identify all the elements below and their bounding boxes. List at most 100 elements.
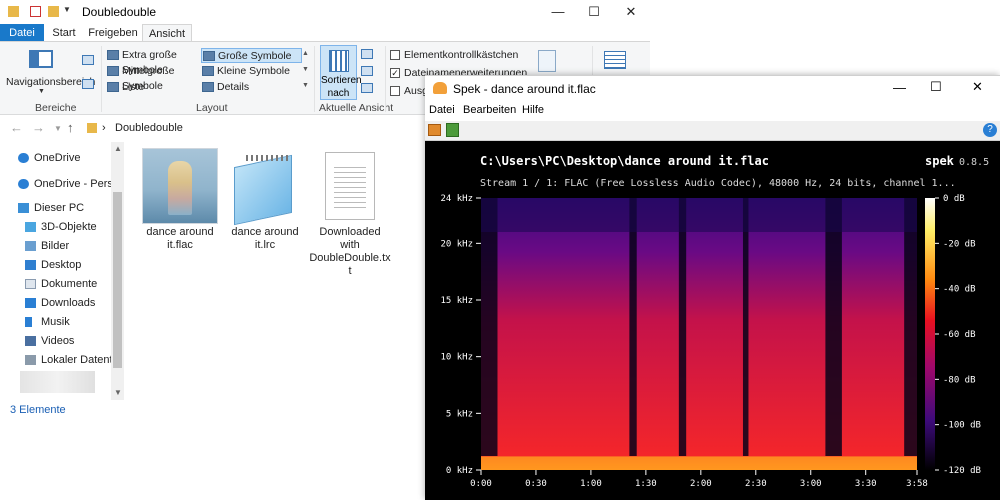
menu-datei[interactable]: Datei: [429, 104, 455, 116]
time-tick-label: 3:58: [906, 479, 928, 489]
file-item-lrc[interactable]: dance around it.lrc: [223, 226, 307, 252]
recent-locations-icon[interactable]: ▼: [54, 124, 62, 133]
layout-scroll-down-icon[interactable]: ▼: [302, 66, 309, 73]
breadcrumb-separator-icon[interactable]: ›: [102, 122, 106, 134]
sort-by-button[interactable]: Sortieren nach: [320, 45, 362, 100]
spek-close-button[interactable]: ✕: [972, 79, 983, 95]
checkbox[interactable]: [390, 50, 400, 60]
quiet-section: [629, 198, 637, 456]
item-checkboxes-option[interactable]: Elementkontrollkästchen: [390, 48, 518, 62]
large-icons-icon: [203, 51, 215, 61]
open-file-icon[interactable]: [428, 124, 441, 136]
checkbox[interactable]: [390, 86, 400, 96]
breadcrumb[interactable]: Doubledouble: [115, 122, 183, 134]
time-tick-label: 2:00: [690, 479, 712, 489]
layout-extra-large-icons[interactable]: Extra große Symbole: [106, 48, 202, 76]
layout-scroll-up-icon[interactable]: ▲: [302, 50, 309, 57]
navigation-pane-icon[interactable]: [29, 50, 53, 68]
nav-item-music[interactable]: Musik: [25, 313, 113, 331]
scroll-up-icon[interactable]: ▲: [114, 144, 122, 153]
layout-medium-icons[interactable]: Mittelgroße Symbole: [106, 64, 202, 92]
new-folder-icon[interactable]: [48, 6, 59, 17]
menu-bearbeiten[interactable]: Bearbeiten: [463, 104, 516, 116]
app-version: 0.8.5: [959, 157, 989, 168]
nav-item-pictures[interactable]: Bilder: [25, 237, 113, 255]
nav-item-documents[interactable]: Dokumente: [25, 275, 113, 293]
details-pane-icon[interactable]: [82, 79, 94, 89]
file-item-txt[interactable]: Downloaded with DoubleDouble.tx t: [308, 226, 392, 278]
about-icon[interactable]: ?: [983, 123, 997, 137]
forward-arrow-icon[interactable]: →: [32, 120, 45, 135]
layout-list[interactable]: Liste: [106, 80, 202, 95]
options-icon[interactable]: [604, 51, 626, 69]
details-icon: [202, 82, 214, 92]
layout-expand-icon[interactable]: ▼: [302, 82, 309, 89]
db-axis: 0 dB -20 dB -40 dB -60 dB -80 dB -100 dB -120 …: [935, 194, 981, 476]
nav-item-downloads[interactable]: Downloads: [25, 294, 113, 312]
save-icon[interactable]: [446, 123, 459, 137]
pictures-icon: [25, 241, 36, 251]
db-tick-label: -40 dB: [943, 285, 976, 295]
nav-item-3d-objects[interactable]: 3D-Objekte: [25, 218, 113, 236]
checkbox-checked[interactable]: ✓: [390, 68, 400, 78]
navigation-pane-scrollbar[interactable]: ▲ ▼: [111, 142, 124, 400]
layout-small-icons[interactable]: Kleine Symbole: [201, 64, 302, 79]
desktop-icon: [25, 260, 36, 270]
up-arrow-icon[interactable]: ↑: [67, 120, 74, 135]
music-note-icon: [25, 317, 32, 327]
freq-tick-label: 5 kHz: [446, 409, 473, 419]
group-label-layout: Layout: [196, 102, 228, 114]
time-axis: 0:00 0:30 1:00 1:30 2:00 2:30 3:00 3:30 3:58: [470, 470, 928, 489]
file-item-flac[interactable]: dance around it.flac: [138, 226, 222, 252]
hide-selected-icon[interactable]: [538, 50, 556, 72]
quiet-section: [742, 198, 749, 456]
layout-details[interactable]: Details: [201, 80, 302, 95]
document-icon: [25, 279, 36, 289]
file-path: C:\Users\PC\Desktop\dance around it.flac: [480, 154, 769, 168]
quiet-section: [904, 198, 917, 456]
cube-icon: [25, 222, 36, 232]
tab-datei[interactable]: Datei: [0, 24, 44, 42]
scroll-down-icon[interactable]: ▼: [114, 388, 122, 397]
spek-maximize-button[interactable]: ☐: [930, 79, 942, 95]
group-label-current-view: Aktuelle Ansicht: [319, 102, 394, 114]
tab-start[interactable]: Start: [46, 24, 82, 42]
db-tick-label: -60 dB: [943, 330, 976, 340]
preview-pane-icon[interactable]: [82, 55, 94, 65]
extra-large-icons-icon: [107, 50, 119, 60]
time-tick-label: 2:30: [745, 479, 767, 489]
tab-freigeben[interactable]: Freigeben: [86, 24, 140, 42]
notepad-file-icon[interactable]: [228, 154, 298, 226]
group-by-icon[interactable]: [361, 49, 373, 59]
spek-minimize-button[interactable]: —: [893, 80, 906, 95]
nav-item-desktop[interactable]: Desktop: [25, 256, 113, 274]
spek-app-icon: [433, 82, 447, 94]
properties-icon[interactable]: [30, 6, 41, 17]
quick-access-dropdown-icon[interactable]: ▼: [63, 5, 71, 14]
size-columns-icon[interactable]: [361, 83, 373, 93]
add-columns-icon[interactable]: [361, 66, 373, 76]
tab-ansicht[interactable]: Ansicht: [142, 24, 192, 42]
menu-hilfe[interactable]: Hilfe: [522, 104, 544, 116]
ribbon-divider: [385, 46, 386, 112]
layout-large-icons[interactable]: Große Symbole: [201, 48, 302, 63]
scrollbar-thumb[interactable]: [113, 192, 122, 368]
album-art-thumbnail[interactable]: [142, 148, 218, 224]
db-color-scale: [925, 198, 935, 470]
db-tick-label: -120 dB: [943, 466, 981, 476]
close-button[interactable]: ✕: [608, 0, 654, 24]
nav-item-onedrive[interactable]: OneDrive: [18, 149, 113, 167]
freq-tick-label: 0 kHz: [446, 466, 473, 476]
spek-window-title: Spek - dance around it.flac: [453, 82, 596, 96]
nav-item-this-pc[interactable]: Dieser PC: [18, 199, 113, 217]
chevron-down-icon[interactable]: ▼: [38, 88, 45, 95]
text-file-icon[interactable]: [325, 152, 375, 220]
sort-icon: [329, 50, 349, 72]
freq-tick-label: 24 kHz: [440, 194, 473, 204]
back-arrow-icon[interactable]: ←: [10, 120, 23, 135]
nav-item-onedrive-personal[interactable]: OneDrive - Person: [18, 175, 111, 193]
nav-item-videos[interactable]: Videos: [25, 332, 113, 350]
folder-icon: [87, 123, 97, 133]
nav-item-local-disk[interactable]: Lokaler Datenträ: [25, 351, 111, 369]
drive-icon: [25, 355, 36, 365]
